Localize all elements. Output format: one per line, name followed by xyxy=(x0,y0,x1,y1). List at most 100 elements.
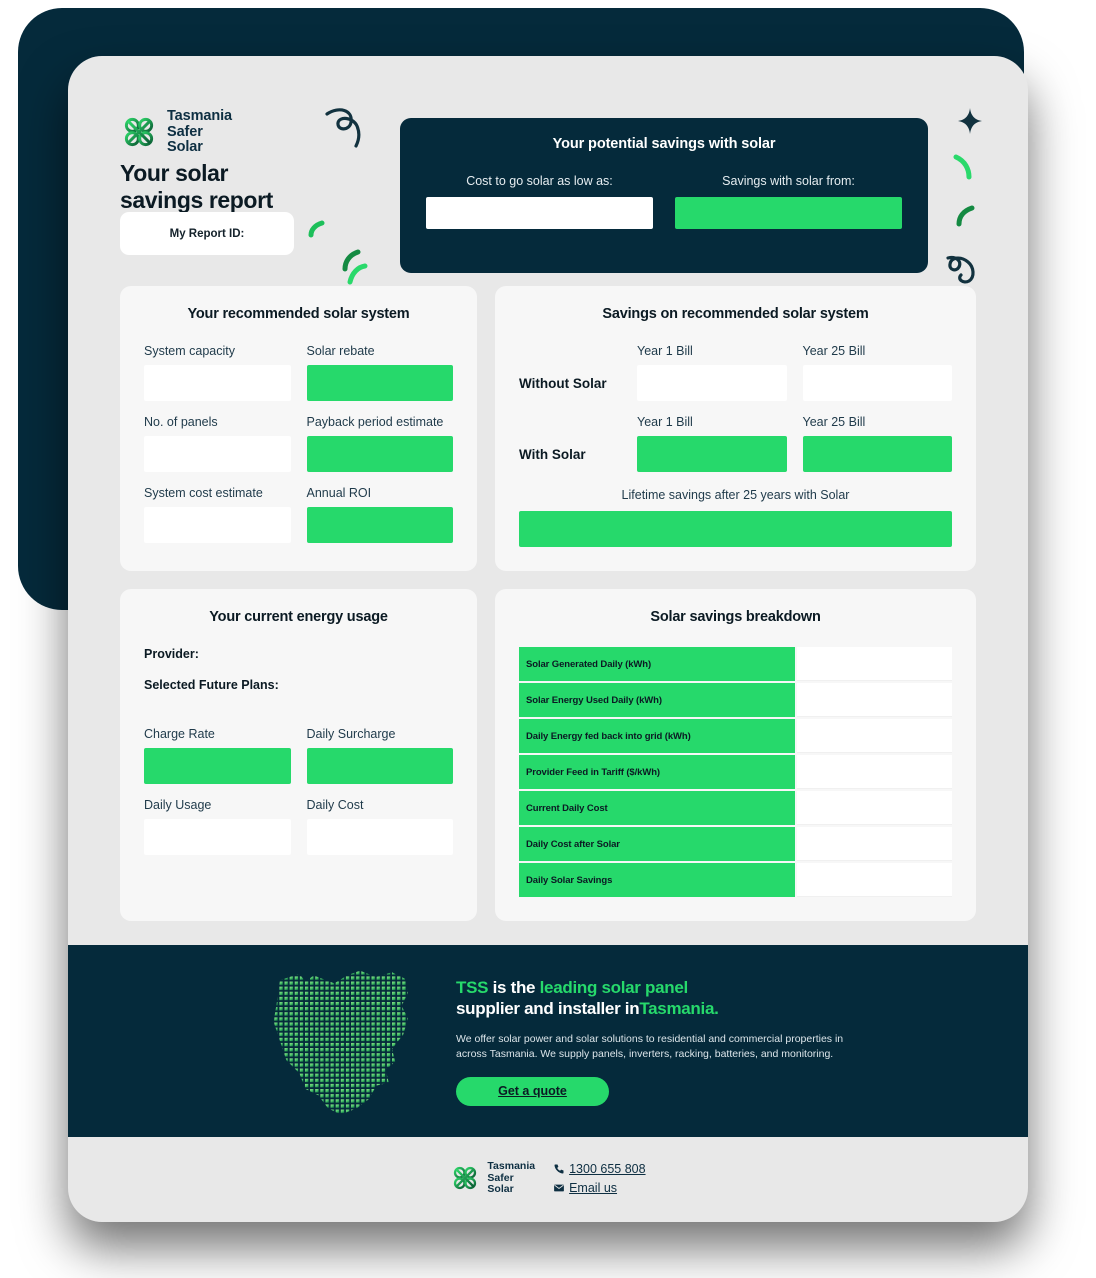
recommended-system-panel: Your recommended solar system System cap… xyxy=(120,286,477,571)
page-title-line-2: savings report xyxy=(120,187,273,213)
arc-decoration-icon xyxy=(347,263,368,285)
table-row-label: Solar Generated Daily (kWh) xyxy=(519,647,795,681)
table-row-value xyxy=(797,827,952,861)
phone-link[interactable]: 1300 655 808 xyxy=(553,1162,646,1176)
field-daily-surcharge: Daily Surcharge xyxy=(306,727,453,784)
field-daily-usage: Daily Usage xyxy=(144,798,291,855)
table-row: Provider Feed in Tariff ($/kWh) xyxy=(519,755,952,789)
table-row: Daily Solar Savings xyxy=(519,863,952,897)
energy-usage-panel: Your current energy usage Provider: Sele… xyxy=(120,589,477,921)
field-value xyxy=(144,819,291,855)
celtic-knot-logo-icon xyxy=(454,1167,477,1190)
table-row-label: Solar Energy Used Daily (kWh) xyxy=(519,683,795,717)
email-label: Email us xyxy=(569,1181,618,1195)
without-solar-year1-value xyxy=(637,365,787,401)
field-value xyxy=(144,436,291,472)
spiral-decoration-icon xyxy=(946,255,975,284)
table-row-label: Current Daily Cost xyxy=(519,791,795,825)
brand-line-1: Tasmania xyxy=(167,108,233,124)
brand-wordmark: Tasmania Safer Solar xyxy=(167,108,233,156)
savings-with-solar-label: Savings with solar from: xyxy=(722,174,855,188)
field-label: Annual ROI xyxy=(306,486,372,500)
phone-icon xyxy=(554,1164,564,1174)
table-row-label: Daily Energy fed back into grid (kWh) xyxy=(519,719,795,753)
field-solar-rebate: Solar rebate xyxy=(306,344,453,401)
tasmania-map-icon xyxy=(273,970,408,1115)
get-a-quote-button[interactable]: Get a quote xyxy=(456,1076,609,1106)
potential-savings-banner: Your potential savings with solar Cost t… xyxy=(400,118,928,273)
recommended-system-fields: System capacity Solar rebate No. of pane… xyxy=(144,344,453,543)
footer-brand-line-1: Tasmania xyxy=(487,1160,536,1172)
field-value xyxy=(306,507,453,543)
field-no-of-panels: No. of panels xyxy=(144,415,291,472)
table-row-value xyxy=(797,791,952,825)
field-value xyxy=(306,365,453,401)
page-title: Your solar savings report xyxy=(120,160,273,214)
table-row: Solar Energy Used Daily (kWh) xyxy=(519,683,952,717)
table-row-value xyxy=(797,647,952,681)
field-annual-roi: Annual ROI xyxy=(306,486,453,543)
field-label: Daily Cost xyxy=(306,798,364,812)
cta-band: TSS is the leading solar panel supplier … xyxy=(68,945,1028,1137)
savings-comparison-grid: Year 1 Bill Year 25 Bill Without Solar Y… xyxy=(519,344,952,472)
with-solar-year25-value xyxy=(802,436,952,472)
brand-line-2: Safer xyxy=(167,123,203,140)
cta-headline-accent1: leading solar panel xyxy=(539,977,689,997)
field-daily-cost: Daily Cost xyxy=(306,798,453,855)
table-row: Solar Generated Daily (kWh) xyxy=(519,647,952,681)
field-label: System cost estimate xyxy=(144,486,263,500)
field-value xyxy=(306,748,453,784)
savings-on-system-panel: Savings on recommended solar system Year… xyxy=(495,286,976,571)
footer-wordmark: Tasmania Safer Solar xyxy=(487,1160,536,1196)
field-label: Payback period estimate xyxy=(306,415,444,429)
panel-row-two: Your current energy usage Provider: Sele… xyxy=(68,589,1028,921)
savings-breakdown-table: Solar Generated Daily (kWh) Solar Energy… xyxy=(519,647,952,897)
report-id-field[interactable]: My Report ID: xyxy=(120,212,294,255)
celtic-knot-logo-icon xyxy=(124,118,154,147)
footer-brand-lockup: Tasmania Safer Solar xyxy=(450,1160,536,1196)
cta-headline-tss: TSS xyxy=(456,977,489,997)
field-label: Daily Surcharge xyxy=(306,727,396,741)
sparkle-decoration-icon xyxy=(958,108,982,134)
field-value xyxy=(306,436,453,472)
field-value xyxy=(144,748,291,784)
table-row-value xyxy=(797,863,952,897)
without-solar-col1-header: Year 1 Bill xyxy=(637,344,693,358)
report-id-label: My Report ID: xyxy=(169,227,245,240)
energy-usage-fields: Charge Rate Daily Surcharge Daily Usage … xyxy=(144,727,453,855)
table-row-label: Daily Cost after Solar xyxy=(519,827,795,861)
cost-to-go-solar-value xyxy=(426,197,653,229)
cta-headline-part1: is the xyxy=(488,977,540,997)
potential-savings-title: Your potential savings with solar xyxy=(552,136,776,152)
field-value xyxy=(144,507,291,543)
without-solar-row-label: Without Solar xyxy=(519,375,607,391)
email-link[interactable]: Email us xyxy=(553,1181,645,1195)
savings-with-solar-value xyxy=(675,197,902,229)
savings-breakdown-panel: Solar savings breakdown Solar Generated … xyxy=(495,589,976,921)
recommended-system-title: Your recommended solar system xyxy=(187,306,410,322)
savings-on-system-title: Savings on recommended solar system xyxy=(602,306,869,322)
table-row-value xyxy=(797,683,952,717)
without-solar-col2-header: Year 25 Bill xyxy=(802,344,866,358)
field-label: Charge Rate xyxy=(144,727,215,741)
cta-headline-accent2: Tasmania. xyxy=(639,998,719,1018)
cta-headline-part2: supplier and installer in xyxy=(456,998,640,1018)
table-row: Daily Energy fed back into grid (kWh) xyxy=(519,719,952,753)
envelope-icon xyxy=(554,1184,564,1192)
arc-decoration-icon xyxy=(308,220,325,238)
page-footer: Tasmania Safer Solar 1300 655 808 Email … xyxy=(68,1137,1028,1222)
cost-to-go-solar-block: Cost to go solar as low as: xyxy=(426,174,653,229)
cost-to-go-solar-label: Cost to go solar as low as: xyxy=(466,174,613,188)
field-value xyxy=(144,365,291,401)
lifetime-savings-value xyxy=(519,511,952,547)
field-value xyxy=(306,819,453,855)
savings-with-solar-block: Savings with solar from: xyxy=(675,174,902,229)
field-system-cost-estimate: System cost estimate xyxy=(144,486,291,543)
footer-brand-line-3: Solar xyxy=(487,1183,514,1195)
brand-lockup: Tasmania Safer Solar xyxy=(120,108,233,156)
field-charge-rate: Charge Rate xyxy=(144,727,291,784)
table-row-value xyxy=(797,719,952,753)
panel-row-one: Your recommended solar system System cap… xyxy=(68,286,1028,571)
table-row-label: Daily Solar Savings xyxy=(519,863,795,897)
table-row: Current Daily Cost xyxy=(519,791,952,825)
